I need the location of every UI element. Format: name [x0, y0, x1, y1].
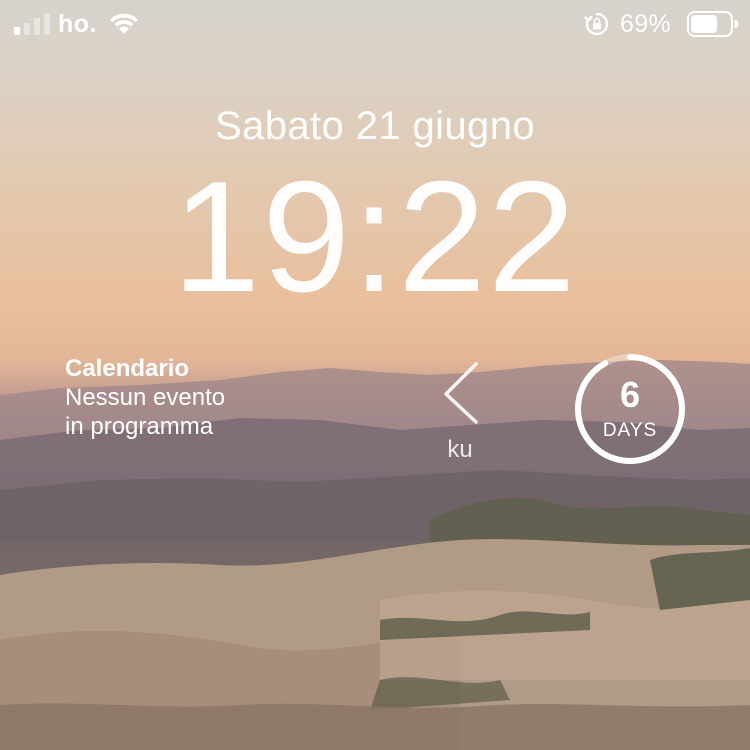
chevron-left-icon: [444, 362, 478, 424]
lock-time: 19:22: [172, 149, 578, 325]
days-count: 6: [619, 374, 641, 415]
ku-widget[interactable]: ku: [430, 356, 494, 468]
days-unit-label: DAYS: [602, 420, 658, 441]
lock-rotation-icon: [584, 12, 609, 36]
foreground-bottom: [0, 703, 750, 750]
lock-date: Sabato 21 giugno: [214, 104, 535, 148]
carrier-name: ho.: [58, 10, 97, 38]
calendar-widget-title: Calendario: [65, 355, 190, 382]
days-countdown-widget[interactable]: 6 DAYS: [573, 352, 687, 466]
ku-widget-label: ku: [447, 436, 473, 463]
battery-percent: 69%: [620, 10, 671, 38]
battery-fill: [691, 15, 718, 33]
battery-icon: [687, 11, 739, 37]
lock-screen[interactable]: ho. 69% Sabato 21 giugno 19:22 Calendari…: [0, 0, 750, 750]
status-bar: ho. 69%: [0, 0, 750, 50]
tree-line-2: [650, 548, 750, 610]
wifi-icon: [110, 13, 138, 34]
calendar-widget-message-line1: Nessun evento: [65, 384, 226, 411]
signal-icon: [14, 13, 50, 35]
calendar-widget-message-line2: in programma: [65, 413, 214, 440]
calendar-widget[interactable]: Calendario Nessun evento in programma: [65, 354, 365, 441]
